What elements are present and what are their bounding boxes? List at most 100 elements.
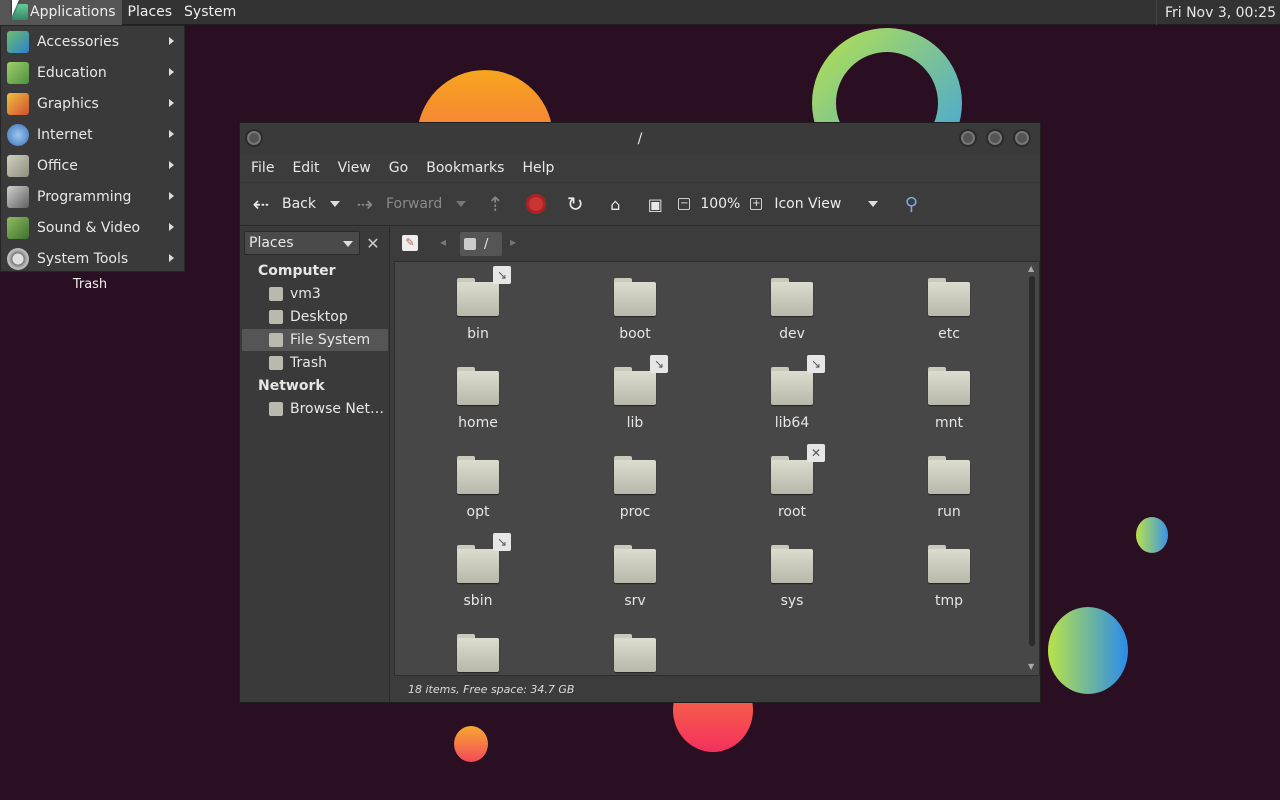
folder-item[interactable]: proc xyxy=(580,444,690,528)
menu-file[interactable]: File xyxy=(242,160,283,176)
sidebar-item-desktop[interactable]: Desktop xyxy=(242,306,388,328)
zoom-in-icon[interactable]: + xyxy=(750,198,763,210)
menu-view[interactable]: View xyxy=(329,160,380,176)
wallpaper-small-orange-circle xyxy=(454,726,488,762)
menu-edit[interactable]: Edit xyxy=(283,160,328,176)
folder-item[interactable]: run xyxy=(894,444,1004,528)
menu-item-system-tools[interactable]: System Tools xyxy=(1,243,184,274)
symlink-emblem-icon: ↘ xyxy=(493,533,511,551)
back-history-dropdown[interactable] xyxy=(330,201,340,207)
forward-button[interactable]: ⇢ Forward xyxy=(354,192,443,216)
sidebar-item-trash[interactable]: Trash xyxy=(242,352,388,374)
folder-label: proc xyxy=(619,504,651,520)
folder-icon xyxy=(614,367,656,407)
folder-item[interactable]: etc xyxy=(894,266,1004,350)
folder-item[interactable]: mnt xyxy=(894,355,1004,439)
view-mode-label: Icon View xyxy=(774,196,842,212)
folder-icon xyxy=(614,634,656,674)
sidebar: Places ✕ Computer vm3 Desktop File Syste… xyxy=(240,227,390,702)
folder-item[interactable]: dev xyxy=(737,266,847,350)
path-left-arrow-icon[interactable]: ◂ xyxy=(440,235,446,249)
folder-item[interactable]: ✕ root xyxy=(737,444,847,528)
computer-icon[interactable]: ▣ xyxy=(644,193,666,215)
folder-item[interactable]: tmp xyxy=(894,533,1004,617)
folder-item[interactable]: home xyxy=(423,355,533,439)
back-button[interactable]: ⇠ Back xyxy=(250,192,316,216)
scroll-down-icon[interactable]: ▼ xyxy=(1028,662,1034,671)
folder-label: opt xyxy=(466,504,490,520)
vertical-scrollbar[interactable]: ▲ ▼ xyxy=(1027,264,1037,671)
sidebar-item-vm3[interactable]: vm3 xyxy=(242,283,388,305)
sidebar-item-label: Trash xyxy=(290,355,327,371)
folder-item[interactable]: ↘ bin xyxy=(423,266,533,350)
menu-bookmarks[interactable]: Bookmarks xyxy=(417,160,513,176)
close-button[interactable] xyxy=(1013,129,1031,147)
menu-item-label: Graphics xyxy=(37,95,99,112)
network-icon xyxy=(269,402,283,416)
menu-item-graphics[interactable]: Graphics xyxy=(1,88,184,119)
folder-icon xyxy=(771,278,813,318)
stop-icon[interactable] xyxy=(526,194,547,214)
menu-item-label: Programming xyxy=(37,188,132,205)
accessories-icon xyxy=(7,30,29,53)
desktop-trash-icon[interactable]: Trash xyxy=(60,277,120,292)
path-right-arrow-icon[interactable]: ▸ xyxy=(510,235,516,249)
scrollbar-thumb[interactable] xyxy=(1029,276,1035,646)
file-icon-view[interactable]: ↘ bin boot dev etc home ↘ lib ↘ lib64 mnt opt proc ✕ r… xyxy=(394,261,1040,676)
menu-item-sound-video[interactable]: Sound & Video xyxy=(1,212,184,243)
search-icon[interactable]: ⚲ xyxy=(900,193,922,215)
submenu-arrow-icon xyxy=(169,192,174,200)
menu-item-office[interactable]: Office xyxy=(1,150,184,181)
menu-item-accessories[interactable]: Accessories xyxy=(1,26,184,57)
places-menu[interactable]: Places xyxy=(122,0,179,25)
clock[interactable]: Fri Nov 3, 00:25 xyxy=(1155,0,1276,25)
submenu-arrow-icon xyxy=(169,223,174,231)
status-bar: 18 items, Free space: 34.7 GB xyxy=(408,682,575,696)
system-menu[interactable]: System xyxy=(178,0,242,25)
menu-item-internet[interactable]: Internet xyxy=(1,119,184,150)
menu-help[interactable]: Help xyxy=(513,160,563,176)
scroll-up-icon[interactable]: ▲ xyxy=(1028,264,1034,273)
toolbar: ⇠ Back ⇢ Forward ⇡ ↻ ⌂ ▣ − 100% + Icon V… xyxy=(240,182,1040,226)
edit-location-icon[interactable]: ✎ xyxy=(402,235,418,251)
maximize-button[interactable] xyxy=(986,129,1004,147)
minimize-button[interactable] xyxy=(959,129,977,147)
folder-item[interactable]: ↘ lib64 xyxy=(737,355,847,439)
folder-item[interactable]: boot xyxy=(580,266,690,350)
folder-item[interactable]: opt xyxy=(423,444,533,528)
home-icon[interactable]: ⌂ xyxy=(604,193,626,215)
sidebar-selector[interactable]: Places xyxy=(244,231,360,255)
programming-icon xyxy=(7,185,29,208)
folder-icon xyxy=(928,367,970,407)
close-sidebar-icon[interactable]: ✕ xyxy=(361,231,385,255)
menu-item-programming[interactable]: Programming xyxy=(1,181,184,212)
folder-label: bin xyxy=(467,326,489,342)
path-segment-root[interactable]: / xyxy=(460,232,502,256)
drive-icon xyxy=(464,238,476,250)
window-menu-button[interactable] xyxy=(245,129,263,147)
forward-label: Forward xyxy=(386,196,443,212)
sidebar-item-browse-network[interactable]: Browse Net… xyxy=(242,398,388,420)
applications-dropdown: Accessories Education Graphics Internet … xyxy=(0,25,185,272)
folder-item[interactable]: srv xyxy=(580,533,690,617)
folder-item[interactable]: ↘ lib xyxy=(580,355,690,439)
sidebar-heading-network: Network xyxy=(258,378,325,394)
zoom-level[interactable]: 100% xyxy=(700,196,740,212)
menu-go[interactable]: Go xyxy=(380,160,417,176)
folder-label: mnt xyxy=(935,415,963,431)
title-bar[interactable]: / xyxy=(240,123,1040,154)
top-panel: Applications Places System Fri Nov 3, 00… xyxy=(0,0,1280,25)
desktop-folder-icon xyxy=(269,310,283,324)
menu-item-education[interactable]: Education xyxy=(1,57,184,88)
zoom-out-icon[interactable]: − xyxy=(678,198,691,210)
reload-icon[interactable]: ↻ xyxy=(564,192,586,216)
view-mode-dropdown-icon[interactable] xyxy=(868,201,879,207)
folder-item[interactable]: sys xyxy=(737,533,847,617)
sidebar-item-file-system[interactable]: File System xyxy=(242,329,388,351)
view-mode-selector[interactable]: Icon View xyxy=(774,196,874,212)
folder-item[interactable]: ↘ sbin xyxy=(423,533,533,617)
forward-history-dropdown[interactable] xyxy=(456,201,467,207)
sidebar-item-label: Browse Net… xyxy=(290,401,385,417)
folder-label: home xyxy=(458,415,498,431)
up-arrow-icon[interactable]: ⇡ xyxy=(484,192,506,216)
